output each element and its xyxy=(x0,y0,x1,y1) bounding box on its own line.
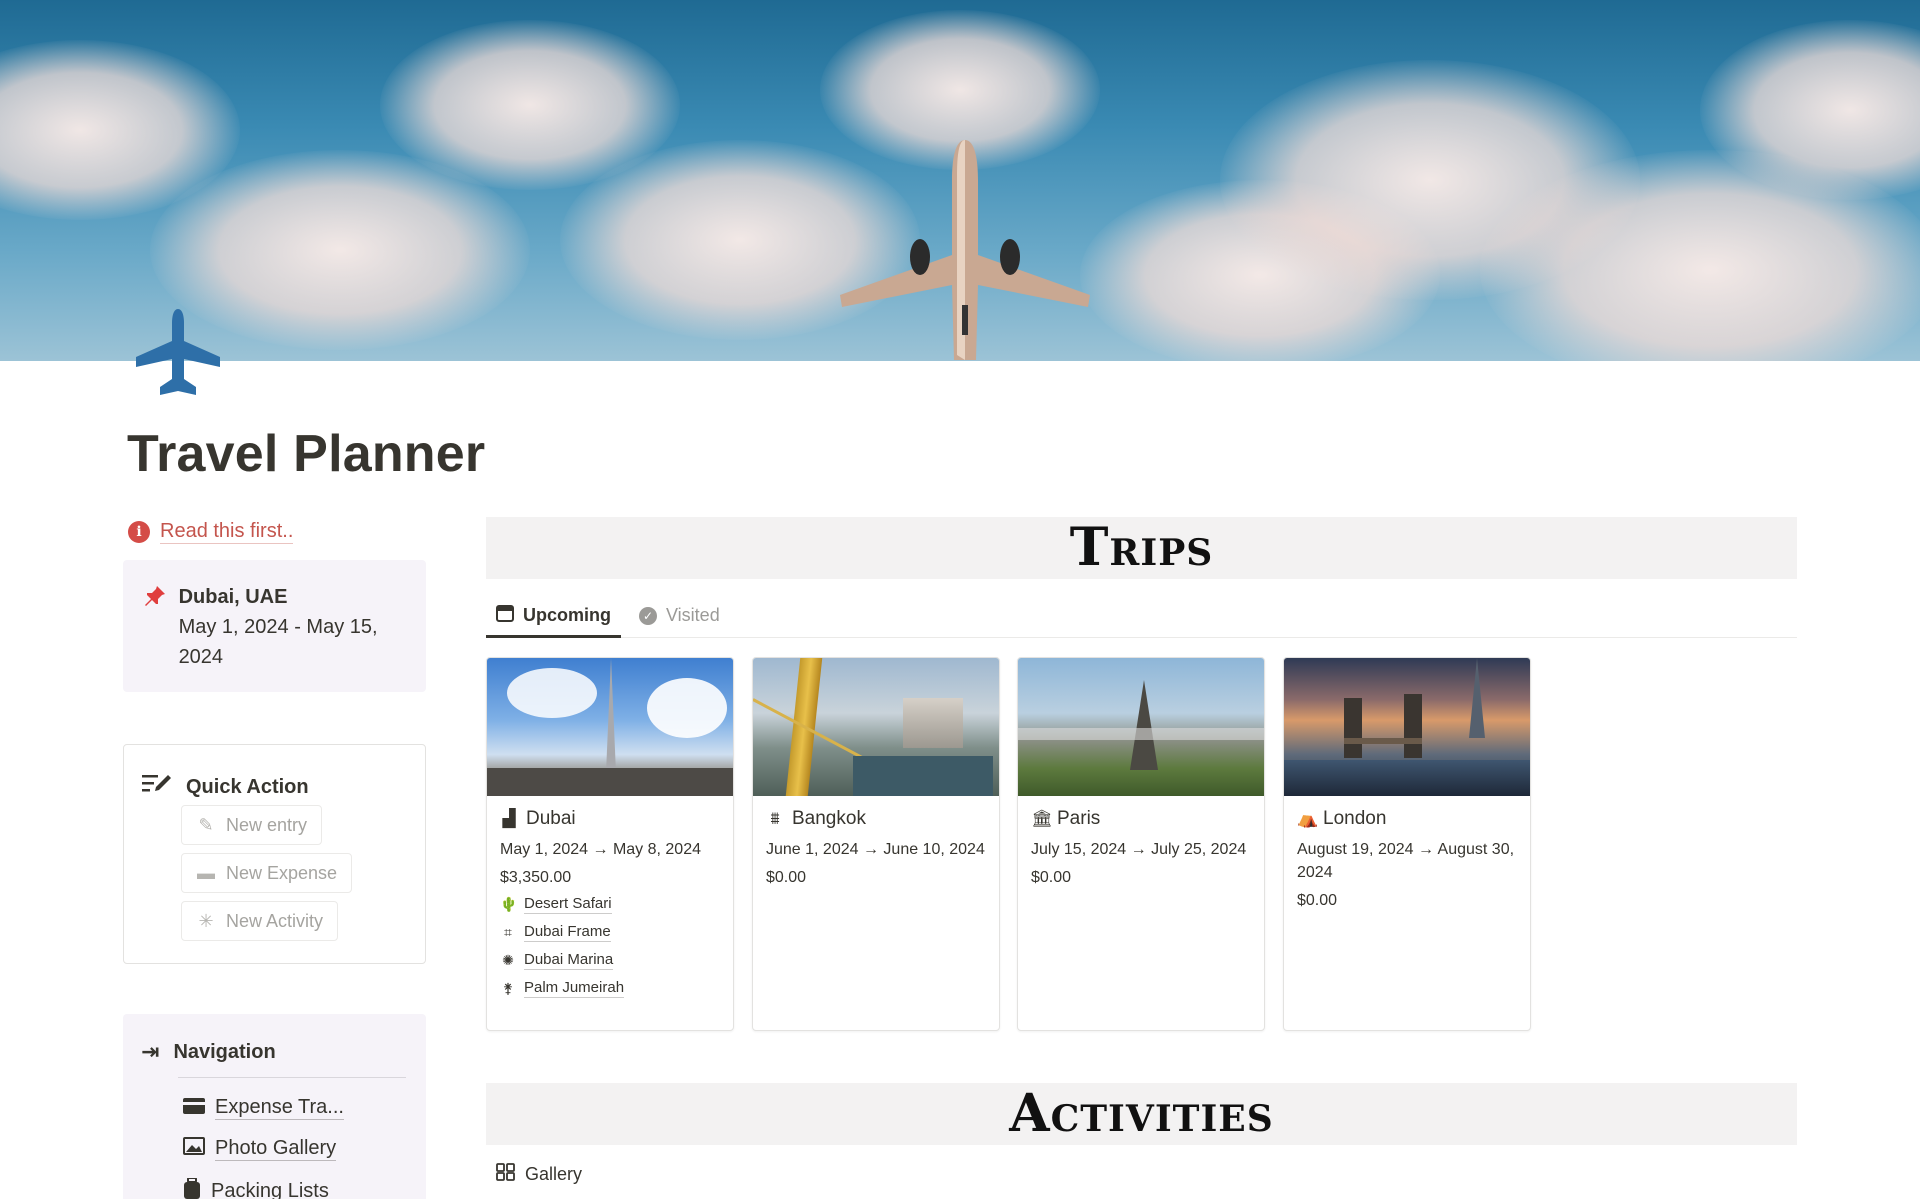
trip-amount: $0.00 xyxy=(1297,892,1338,909)
current-trip-callout: Dubai, UAE May 1, 2024 - May 15, 2024 xyxy=(123,560,426,692)
dubai-photo xyxy=(487,658,733,796)
check-circle-icon: ✓ xyxy=(639,606,657,625)
activities-banner: Activities xyxy=(486,1083,1797,1145)
activity-dubai-frame[interactable]: ⌗ Dubai Frame xyxy=(500,918,720,946)
museum-icon: 🏛 xyxy=(1031,809,1053,828)
read-this-first-label: Read this first.. xyxy=(160,520,294,544)
trip-card-london[interactable]: ⛺ London August 19, 2024 → August 30, 20… xyxy=(1283,657,1531,1031)
new-entry-label: New entry xyxy=(226,814,308,835)
activities-heading: Activities xyxy=(1009,1083,1274,1144)
trips-heading: Trips xyxy=(1069,517,1214,578)
activity-palm-jumeirah[interactable]: ⚵ Palm Jumeirah xyxy=(500,974,720,1002)
gallery-icon: ⛺ xyxy=(1297,809,1319,828)
trip-name: Bangkok xyxy=(792,808,866,829)
frame-icon: ⌗ xyxy=(504,924,512,940)
calendar-icon xyxy=(496,604,514,627)
tab-visited-label: Visited xyxy=(666,605,720,625)
tab-upcoming-label: Upcoming xyxy=(523,605,611,625)
airplane-illustration xyxy=(840,140,1090,360)
tab-upcoming[interactable]: Upcoming xyxy=(486,594,621,638)
nav-item-expense-tracker[interactable]: Expense Tra... xyxy=(183,1096,344,1120)
cover-image xyxy=(0,0,1920,361)
info-icon: i xyxy=(128,521,150,543)
gallery-tab-label: Gallery xyxy=(525,1164,583,1184)
read-this-first-link[interactable]: i Read this first.. xyxy=(128,520,294,544)
navigation-panel: ⇥ Navigation Expense Tra... Photo Galler… xyxy=(123,1014,426,1199)
fireworks-icon: ✺ xyxy=(502,952,514,968)
grid-icon xyxy=(496,1163,516,1186)
trip-destination: Dubai, UAE xyxy=(178,586,288,608)
trip-dates: July 15, 2024 → July 25, 2024 xyxy=(1031,841,1247,858)
nav-item-label: Expense Tra... xyxy=(215,1096,344,1120)
pushpin-icon xyxy=(143,582,169,692)
new-activity-button[interactable]: ✳ New Activity xyxy=(181,901,339,941)
image-icon xyxy=(183,1137,205,1161)
activity-dubai-marina[interactable]: ✺ Dubai Marina xyxy=(500,946,720,974)
quick-action-panel: Quick Action ✎ New entry ▬ New Expense ✳… xyxy=(123,744,426,964)
nav-item-label: Photo Gallery xyxy=(215,1137,337,1161)
new-expense-label: New Expense xyxy=(226,862,338,883)
tab-gallery[interactable]: Gallery xyxy=(496,1163,582,1186)
trip-card-bangkok[interactable]: ⩩ Bangkok June 1, 2024 → June 10, 2024 $… xyxy=(752,657,1000,1031)
activity-desert-safari[interactable]: 🌵 Desert Safari xyxy=(500,890,720,918)
navigation-divider xyxy=(178,1077,406,1078)
list-pencil-icon xyxy=(142,773,172,801)
trip-amount: $0.00 xyxy=(1031,869,1072,886)
activity-label: Palm Jumeirah xyxy=(524,978,625,998)
airplane-icon xyxy=(130,305,226,401)
new-expense-button[interactable]: ▬ New Expense xyxy=(181,853,353,893)
trip-name: Dubai xyxy=(526,808,576,829)
city-icon: ▟ xyxy=(502,809,516,828)
trip-amount: $3,350.00 xyxy=(500,869,572,886)
quick-action-title: Quick Action xyxy=(186,775,309,798)
credit-card-icon: ▬ xyxy=(197,862,215,883)
palm-icon: ⚵ xyxy=(502,980,514,996)
trip-name: Paris xyxy=(1057,808,1101,829)
trips-view-tabs: Upcoming ✓ Visited xyxy=(486,594,1797,638)
bridge-icon: ⩩ xyxy=(770,809,780,828)
nav-item-packing-lists[interactable]: Packing Lists xyxy=(183,1177,329,1199)
trip-dates: May 1, 2024 → May 8, 2024 xyxy=(500,841,701,858)
pencil-icon: ✎ xyxy=(198,814,214,835)
london-photo xyxy=(1284,658,1530,796)
trip-dates: June 1, 2024 → June 10, 2024 xyxy=(766,841,985,858)
trip-name: London xyxy=(1323,808,1387,829)
luggage-icon xyxy=(183,1177,201,1199)
new-entry-button[interactable]: ✎ New entry xyxy=(181,805,323,845)
activity-label: Dubai Marina xyxy=(524,950,614,970)
trip-dates: May 1, 2024 - May 15, 2024 xyxy=(178,616,378,668)
paris-photo xyxy=(1018,658,1264,796)
trips-banner: Trips xyxy=(486,517,1797,579)
credit-card-icon xyxy=(183,1097,205,1120)
cactus-icon: 🌵 xyxy=(500,896,518,912)
activity-label: Dubai Frame xyxy=(524,922,611,942)
trip-card-paris[interactable]: 🏛 Paris July 15, 2024 → July 25, 2024 $0… xyxy=(1017,657,1265,1031)
new-activity-label: New Activity xyxy=(226,910,324,931)
trip-card-dubai[interactable]: ▟ Dubai May 1, 2024 → May 8, 2024 $3,350… xyxy=(486,657,734,1031)
activity-label: Desert Safari xyxy=(524,894,612,914)
trip-amount: $0.00 xyxy=(766,869,807,886)
asterisk-icon: ✳ xyxy=(198,910,214,931)
nav-item-photo-gallery[interactable]: Photo Gallery xyxy=(183,1137,337,1161)
navigation-title: Navigation xyxy=(173,1040,276,1063)
tab-visited[interactable]: ✓ Visited xyxy=(629,594,730,637)
arrow-to-bar-icon: ⇥ xyxy=(141,1039,160,1064)
page-title: Travel Planner xyxy=(127,425,486,483)
bangkok-photo xyxy=(753,658,999,796)
nav-item-label: Packing Lists xyxy=(211,1180,329,1199)
trip-dates: August 19, 2024 → August 30, 2024 xyxy=(1297,841,1515,881)
